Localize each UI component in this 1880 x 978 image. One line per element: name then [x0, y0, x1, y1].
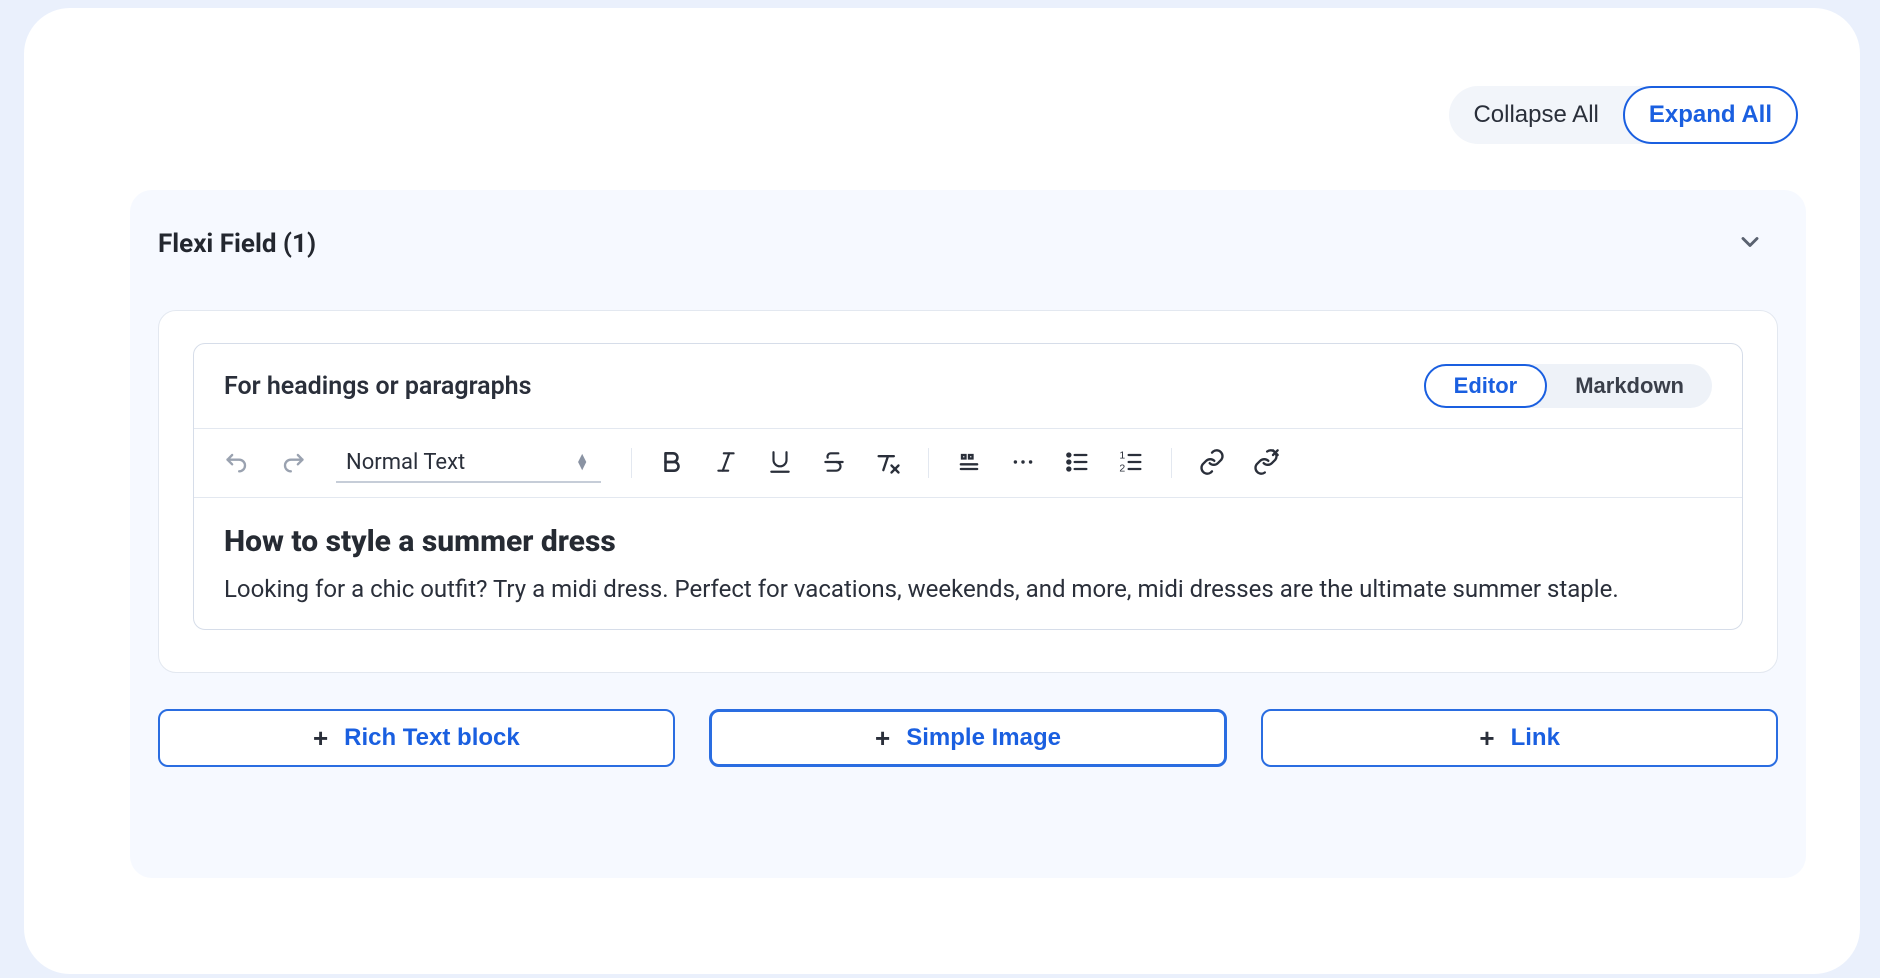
- flexi-field-panel: Flexi Field (1) For headings or paragrap…: [130, 190, 1806, 878]
- content-heading: How to style a summer dress: [224, 524, 1712, 559]
- editor-mode-toggle: Editor Markdown: [1424, 364, 1712, 408]
- content-body: Looking for a chic outfit? Try a midi dr…: [224, 575, 1712, 603]
- add-simple-image-label: Simple Image: [906, 724, 1061, 752]
- ordered-list-button[interactable]: 12: [1111, 443, 1151, 483]
- add-simple-image-button[interactable]: + Simple Image: [709, 709, 1228, 767]
- underline-button[interactable]: [760, 443, 800, 483]
- more-dots-icon: [1010, 449, 1036, 478]
- clear-format-button[interactable]: [868, 443, 908, 483]
- link-icon: [1198, 448, 1226, 479]
- editor-toolbar: Normal Text ▲▼: [194, 428, 1742, 498]
- add-link-button[interactable]: + Link: [1261, 709, 1778, 767]
- expand-collapse-group: Collapse All Expand All: [1449, 86, 1798, 144]
- link-button[interactable]: [1192, 443, 1232, 483]
- redo-button[interactable]: [272, 443, 312, 483]
- ordered-list-icon: 12: [1117, 448, 1145, 479]
- bullet-list-icon: [1063, 448, 1091, 479]
- blockquote-icon: [955, 448, 983, 479]
- toolbar-separator: [631, 448, 632, 478]
- editor-description: For headings or paragraphs: [224, 372, 531, 401]
- editor-description-row: For headings or paragraphs Editor Markdo…: [194, 344, 1742, 428]
- plus-icon: +: [313, 723, 328, 754]
- editor-content-area[interactable]: How to style a summer dress Looking for …: [194, 498, 1742, 629]
- toolbar-separator: [1171, 448, 1172, 478]
- underline-icon: [767, 449, 793, 478]
- add-rich-text-label: Rich Text block: [344, 724, 520, 752]
- select-arrows-icon: ▲▼: [575, 454, 589, 470]
- rich-text-editor-card: For headings or paragraphs Editor Markdo…: [158, 310, 1778, 673]
- undo-button[interactable]: [218, 443, 258, 483]
- bullet-list-button[interactable]: [1057, 443, 1097, 483]
- svg-text:2: 2: [1119, 462, 1125, 474]
- toolbar-separator: [928, 448, 929, 478]
- bold-button[interactable]: [652, 443, 692, 483]
- more-divider-button[interactable]: [1003, 443, 1043, 483]
- plus-icon: +: [875, 723, 890, 754]
- blockquote-button[interactable]: [949, 443, 989, 483]
- unlink-button[interactable]: [1246, 443, 1286, 483]
- expand-all-button[interactable]: Expand All: [1623, 86, 1798, 144]
- undo-icon: [224, 448, 252, 479]
- text-format-value: Normal Text: [346, 450, 465, 475]
- bold-icon: [659, 449, 685, 478]
- chevron-down-icon[interactable]: [1736, 228, 1764, 260]
- collapse-all-button[interactable]: Collapse All: [1449, 86, 1622, 144]
- add-link-label: Link: [1511, 724, 1560, 752]
- markdown-mode-button[interactable]: Markdown: [1547, 364, 1712, 408]
- strikethrough-button[interactable]: [814, 443, 854, 483]
- text-format-select[interactable]: Normal Text ▲▼: [336, 444, 601, 483]
- svg-text:1: 1: [1119, 449, 1125, 461]
- redo-icon: [278, 448, 306, 479]
- plus-icon: +: [1479, 723, 1494, 754]
- flexi-field-header[interactable]: Flexi Field (1): [130, 190, 1806, 260]
- italic-button[interactable]: [706, 443, 746, 483]
- add-block-row: + Rich Text block + Simple Image + Link: [158, 709, 1778, 767]
- main-card: Collapse All Expand All Flexi Field (1) …: [24, 8, 1860, 974]
- editor-mode-button[interactable]: Editor: [1424, 364, 1548, 408]
- add-rich-text-block-button[interactable]: + Rich Text block: [158, 709, 675, 767]
- flexi-field-title: Flexi Field (1): [158, 229, 316, 259]
- italic-icon: [713, 449, 739, 478]
- strikethrough-icon: [821, 449, 847, 478]
- editor-inner-box: For headings or paragraphs Editor Markdo…: [193, 343, 1743, 630]
- unlink-icon: [1252, 448, 1280, 479]
- clear-format-icon: [874, 448, 902, 479]
